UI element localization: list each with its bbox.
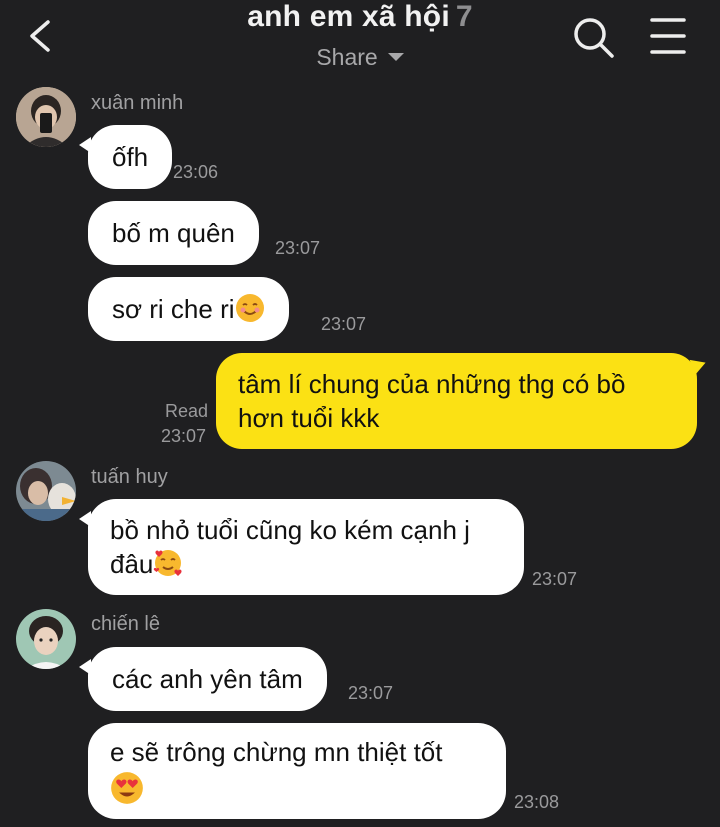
message-text: bố m quên [112,218,235,248]
message-bubble[interactable]: các anh yên tâm [79,647,327,711]
message-time: 23:07 [532,569,578,589]
message-time: 23:07 [348,683,394,703]
avatar-tuan-huy[interactable] [16,461,76,521]
smiling-face-with-hearts-icon [154,550,182,576]
menu-icon [650,18,686,54]
avatar-chien-le[interactable] [16,609,76,669]
message-bubble[interactable]: bố m quên [88,201,259,265]
group-name: anh em xã hội [247,0,450,33]
message-bubble[interactable]: sơ ri che ri [88,277,289,341]
share-label: Share [316,44,378,70]
smiling-face-icon [235,294,264,322]
message-bubble-mine[interactable]: tâm lí chung của những thg có bồ hơn tuổ… [216,353,697,449]
message-time: 23:07 [275,238,321,258]
message-time: 23:07 [321,314,367,334]
menu-button[interactable] [646,14,690,58]
message-text: các anh yên tâm [112,664,303,694]
message-bubble[interactable]: e sẽ trông chừng mn thiệt tốt [88,723,506,819]
message-bubble[interactable]: ốfh [78,125,173,189]
sender-name: chiến lê [91,613,160,635]
message-time: 23:07 [161,426,207,446]
chevron-down-icon [387,52,404,61]
message-time: 23:06 [173,162,219,182]
avatar-photo-icon [16,461,76,521]
message-text: tâm lí chung của những thg có bồ hơn tuổ… [238,369,626,433]
message-bubble[interactable]: bồ nhỏ tuổi cũng ko kém cạnh j đâu [79,499,524,595]
search-icon [574,18,614,58]
sender-name: tuấn huy [91,466,168,488]
message-text: sơ ri che ri [112,294,235,324]
sender-name: xuân minh [91,92,184,114]
avatar-photo-icon [16,87,76,147]
avatar-xuan-minh[interactable] [16,87,76,147]
chat-header: anh em xã hội 7 Share [0,0,720,80]
message-time: 23:08 [514,792,560,812]
heart-eyes-icon [111,772,143,804]
message-text: e sẽ trông chừng mn thiệt tốt [110,737,443,767]
avatar-photo-icon [16,609,76,669]
message-text: ốfh [112,142,149,172]
read-status: Read [165,401,209,421]
member-count: 7 [455,0,473,33]
search-button[interactable] [570,14,616,60]
